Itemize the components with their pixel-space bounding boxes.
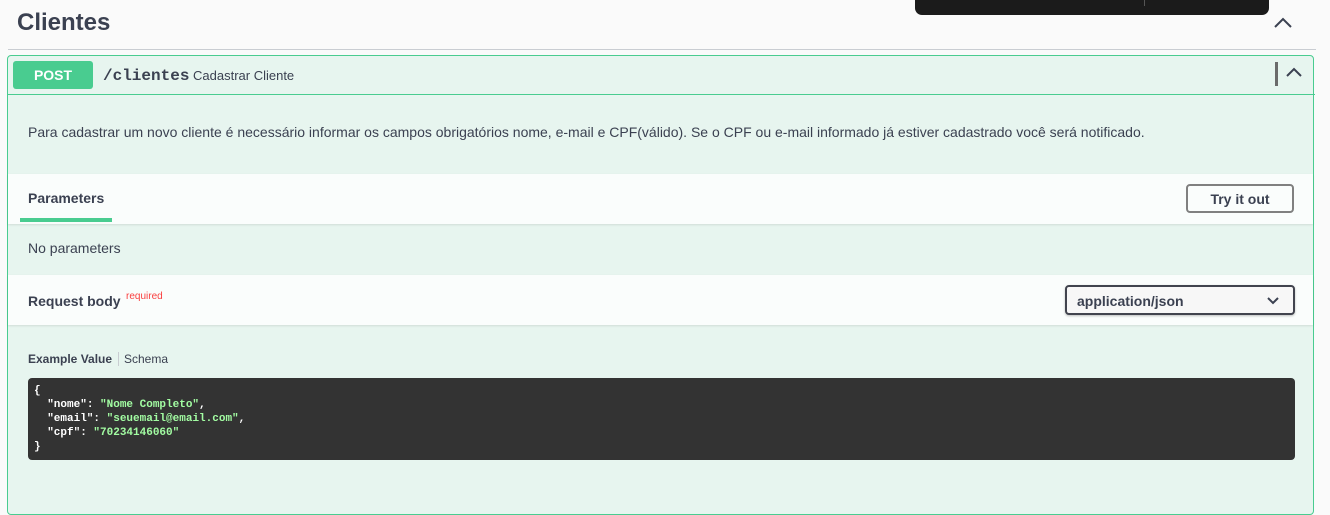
operation-path: /clientes — [103, 67, 190, 85]
json-value: "Nome Completo" — [100, 399, 200, 411]
operation-summary-text: Cadastrar Cliente — [193, 68, 295, 83]
operation-block-post: POST /clientes Cadastrar Cliente Para ca… — [7, 55, 1315, 515]
content-type-value: application/json — [1077, 293, 1184, 309]
method-badge: POST — [13, 61, 93, 89]
json-key: "nome" — [47, 399, 87, 411]
tab-divider — [118, 352, 119, 366]
operation-description: Para cadastrar um novo cliente é necessá… — [28, 124, 1145, 140]
no-parameters-text: No parameters — [28, 240, 121, 256]
json-key: "email" — [47, 413, 94, 425]
chevron-up-icon[interactable] — [1270, 10, 1296, 36]
popup-divider — [1144, 0, 1145, 6]
example-json-code: { "nome": "Nome Completo", "email": "seu… — [28, 378, 1295, 460]
json-open-brace: { — [34, 385, 41, 397]
tab-parameters[interactable]: Parameters — [28, 190, 104, 206]
dark-overlay-popup — [915, 0, 1269, 15]
tab-active-underline — [20, 218, 112, 222]
required-marker: required — [126, 291, 163, 302]
tab-schema[interactable]: Schema — [124, 352, 168, 366]
parameters-section-header: Parameters Try it out — [8, 174, 1313, 224]
json-comma: , — [238, 413, 246, 425]
json-comma: , — [199, 399, 206, 411]
try-it-out-button[interactable]: Try it out — [1186, 184, 1294, 213]
chevron-up-icon[interactable] — [1283, 62, 1305, 84]
content-type-select[interactable]: application/json — [1065, 285, 1295, 315]
request-body-title: Request body — [28, 293, 121, 309]
operation-summary[interactable]: POST /clientes Cadastrar Cliente — [8, 56, 1315, 95]
json-value: "seuemail@email.com" — [106, 413, 239, 425]
tag-title: Clientes — [17, 9, 111, 36]
tab-example-value[interactable]: Example Value — [28, 352, 112, 366]
summary-divider — [1275, 62, 1278, 86]
json-value: "70234146060" — [93, 427, 180, 439]
json-close-brace: } — [34, 441, 41, 453]
request-body-section-header: Request body required application/json — [8, 275, 1313, 325]
json-key: "cpf" — [47, 427, 81, 439]
chevron-down-icon — [1267, 297, 1279, 305]
